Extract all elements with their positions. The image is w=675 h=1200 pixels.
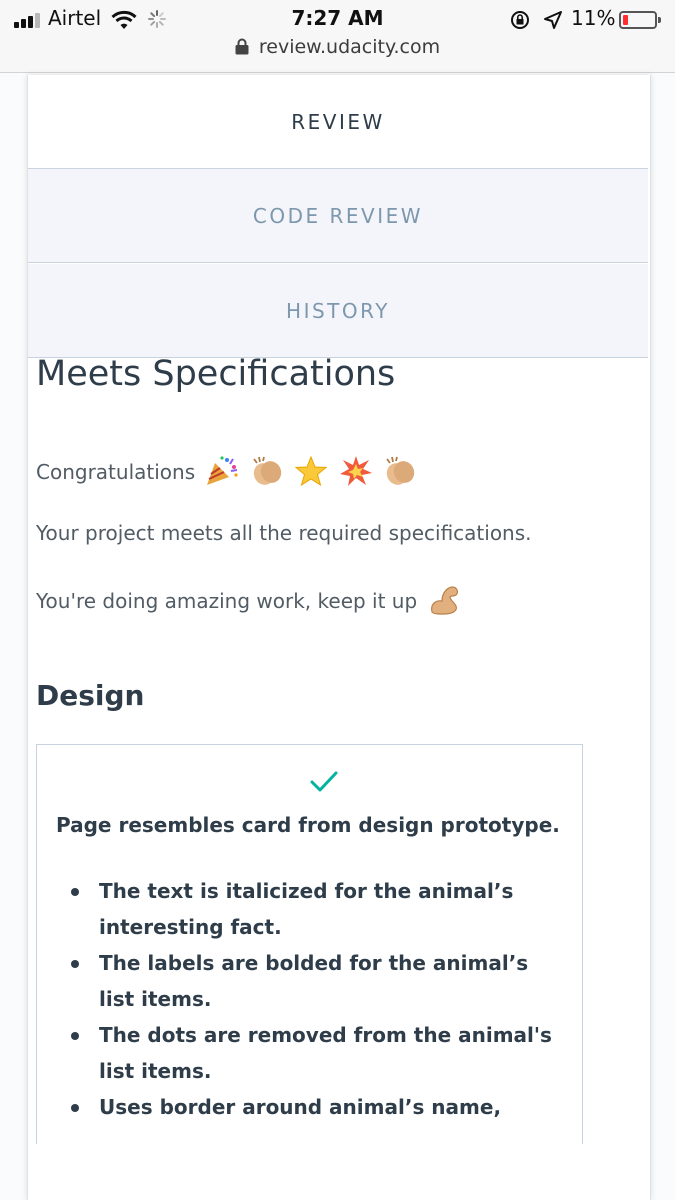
list-item: Uses border around animal’s name, [71,1089,569,1125]
party-popper-icon [205,455,239,492]
page-title: Meets Specifications [36,354,396,394]
glowing-star-icon [294,455,328,492]
collision-icon [339,455,373,492]
status-bar: Airtel 7:27 AM 11% review.udacity.com [0,0,675,73]
criterion-bullets: The text is italicized for the animal’s … [71,873,569,1125]
congrats-text: Congratulations [36,460,196,484]
list-item: The text is italicized for the animal’s … [71,873,569,945]
clapping-hands-icon [383,455,417,492]
encouragement-text: You're doing amazing work, keep it up [36,589,418,613]
encouragement-line: You're doing amazing work, keep it up [36,584,462,621]
list-item: The labels are bolded for the animal’s l… [71,945,569,1017]
checkmark-icon [310,771,338,792]
battery-percent: 11% [571,6,616,30]
battery-icon [619,11,661,29]
criterion-text: Page resembles card from design prototyp… [56,813,560,837]
address-bar[interactable]: review.udacity.com [0,36,675,58]
flexed-biceps-icon [428,584,462,621]
list-item: The dots are removed from the animal's l… [71,1017,569,1089]
rubric-item: Page resembles card from design prototyp… [36,744,583,1144]
meets-specs-text: Your project meets all the required spec… [36,521,532,545]
congrats-line: Congratulations [36,455,417,492]
tab-history[interactable]: HISTORY [28,264,648,358]
rotation-lock-icon [511,11,529,29]
url-text: review.udacity.com [258,36,441,58]
tab-code-review[interactable]: CODE REVIEW [28,169,648,263]
tab-review[interactable]: REVIEW [28,75,648,169]
padlock-icon [235,38,249,55]
battery-level [623,15,628,25]
section-title: Design [36,679,145,712]
location-arrow-icon [544,11,562,29]
clapping-hands-icon [250,455,284,492]
